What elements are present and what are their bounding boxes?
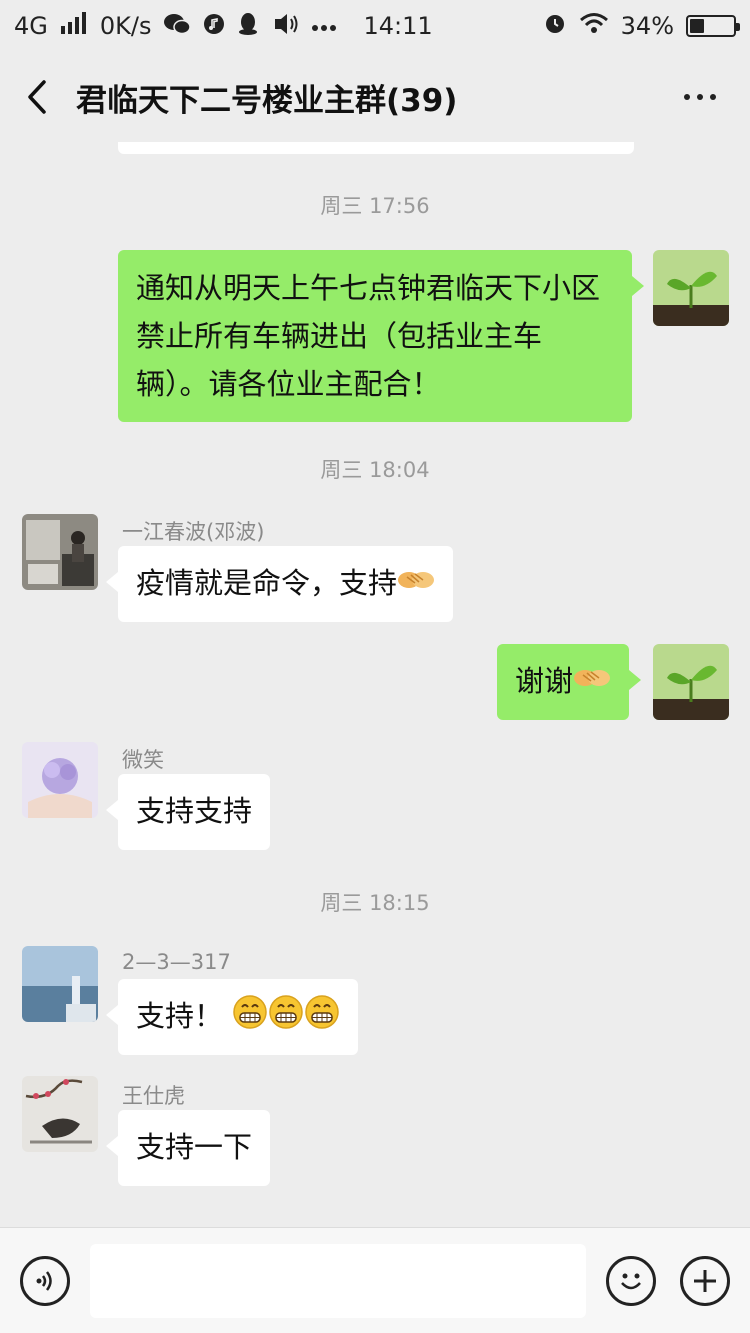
sender-name: 一江春波(邓波) xyxy=(122,520,265,544)
message-text: 疫情就是命令，支持 xyxy=(136,566,398,600)
message-text: 谢谢 xyxy=(515,664,574,698)
chat-header: 君临天下二号楼业主群(39) xyxy=(0,52,750,142)
previous-message-bubble xyxy=(118,142,634,154)
sender-name: 微笑 xyxy=(122,748,164,772)
status-left: 4G 0K/s 14:11 xyxy=(14,12,433,41)
status-bar: 4G 0K/s 14:11 34% xyxy=(0,0,750,52)
seaside-avatar[interactable] xyxy=(22,946,98,1022)
grin-emoji xyxy=(268,994,304,1043)
battery-icon xyxy=(686,15,740,37)
incoming-message-bubble[interactable]: 支持支持 xyxy=(105,774,271,850)
status-right: 34% xyxy=(543,11,740,41)
incoming-message-bubble[interactable]: 疫情就是命令，支持 xyxy=(105,546,454,622)
plum-blossom-painting-avatar[interactable] xyxy=(22,1076,98,1152)
chat-title: 君临天下二号楼业主群(39) xyxy=(76,82,458,119)
timestamp: 周三 17:56 xyxy=(320,194,430,218)
handshake-emoji xyxy=(573,660,611,706)
seedling-avatar[interactable] xyxy=(653,250,729,326)
signal-icon xyxy=(60,12,88,40)
timestamp: 周三 18:15 xyxy=(320,891,430,915)
back-arrow-icon[interactable] xyxy=(22,77,52,117)
qq-icon xyxy=(237,12,259,41)
network-type: 4G xyxy=(14,12,48,40)
grin-emoji xyxy=(304,994,340,1043)
battery-level xyxy=(690,19,704,33)
voice-input-icon[interactable] xyxy=(20,1256,70,1306)
emoji-icon[interactable] xyxy=(606,1256,656,1306)
flower-hands-avatar[interactable] xyxy=(22,742,98,818)
timestamp: 周三 18:04 xyxy=(320,458,430,482)
room-photo-avatar[interactable] xyxy=(22,514,98,590)
incoming-message-bubble[interactable]: 支持！ xyxy=(105,979,359,1055)
more-notifications-icon xyxy=(311,15,337,37)
sender-name: 王仕虎 xyxy=(122,1084,185,1108)
handshake-emoji xyxy=(397,562,435,608)
seedling-avatar[interactable] xyxy=(653,644,729,720)
incoming-message-bubble[interactable]: 支持一下 xyxy=(105,1110,271,1186)
clock: 14:11 xyxy=(363,12,433,40)
wifi-icon xyxy=(579,12,609,40)
outgoing-message-bubble[interactable]: 通知从明天上午七点钟君临天下小区禁止所有车辆进出（包括业主车辆）。请各位业主配合… xyxy=(118,250,644,422)
plus-icon[interactable] xyxy=(680,1256,730,1306)
network-speed: 0K/s xyxy=(99,12,152,40)
chat-area[interactable]: 周三 17:56 通知从明天上午七点钟君临天下小区禁止所有车辆进出（包括业主车辆… xyxy=(0,142,750,1227)
alarm-icon xyxy=(543,11,567,41)
message-input[interactable] xyxy=(90,1244,586,1318)
vibrate-icon xyxy=(271,13,299,40)
battery-percent: 34% xyxy=(620,12,674,40)
outgoing-message-bubble[interactable]: 谢谢 xyxy=(497,644,642,720)
sender-name: 2—3—317 xyxy=(122,950,231,974)
music-icon xyxy=(203,13,225,40)
grin-emoji xyxy=(232,994,268,1043)
message-text: 支持！ xyxy=(136,999,224,1033)
more-dots-icon[interactable] xyxy=(684,94,728,100)
wechat-icon xyxy=(163,12,192,41)
input-bar xyxy=(0,1227,750,1333)
